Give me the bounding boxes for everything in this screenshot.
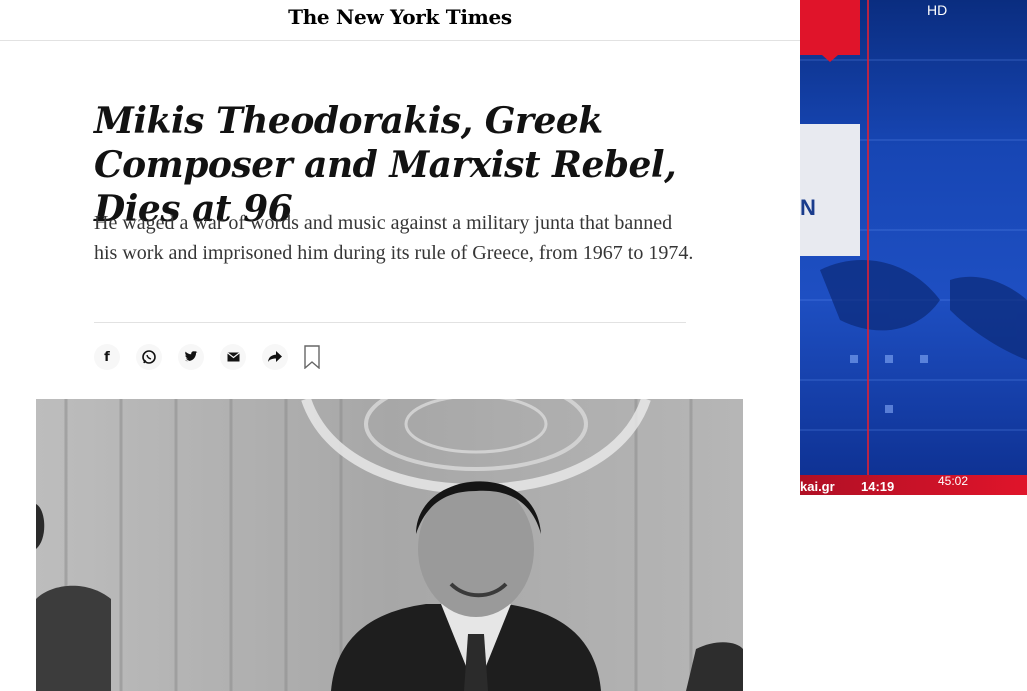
card-letter: N — [800, 195, 816, 220]
article-summary: He waged a war of words and music agains… — [94, 212, 694, 264]
channel-tab-notch — [822, 55, 838, 62]
email-share-button[interactable] — [220, 344, 246, 370]
twitter-icon — [185, 351, 198, 362]
share-arrow-icon — [268, 351, 282, 362]
more-share-button[interactable] — [262, 344, 288, 370]
hd-badge: HD — [927, 2, 948, 18]
nyt-article-page: The New York Times Mikis Theodorakis, Gr… — [0, 0, 800, 691]
whatsapp-share-button[interactable] — [136, 344, 162, 370]
red-vertical-line — [867, 0, 869, 495]
bookmark-icon[interactable] — [304, 345, 320, 369]
facebook-icon: f — [104, 349, 110, 365]
channel-tab — [800, 0, 860, 55]
photo-illustration — [36, 399, 743, 691]
video-duration: 45:02 — [938, 474, 969, 488]
masthead: The New York Times — [0, 0, 800, 41]
share-toolbar: f — [94, 344, 320, 370]
video-player[interactable]: N HD kai.gr 14:19 45:02 — [800, 0, 1027, 495]
ticker-time: 14:19 — [861, 479, 895, 494]
facebook-share-button[interactable]: f — [94, 344, 120, 370]
nyt-logo[interactable]: The New York Times — [288, 5, 512, 29]
email-icon — [226, 352, 240, 362]
twitter-share-button[interactable] — [178, 344, 204, 370]
whatsapp-icon — [142, 350, 156, 364]
article-photo — [36, 399, 743, 691]
divider — [94, 322, 686, 323]
lower-third-card — [800, 124, 860, 256]
ticker-site: kai.gr — [800, 479, 835, 494]
